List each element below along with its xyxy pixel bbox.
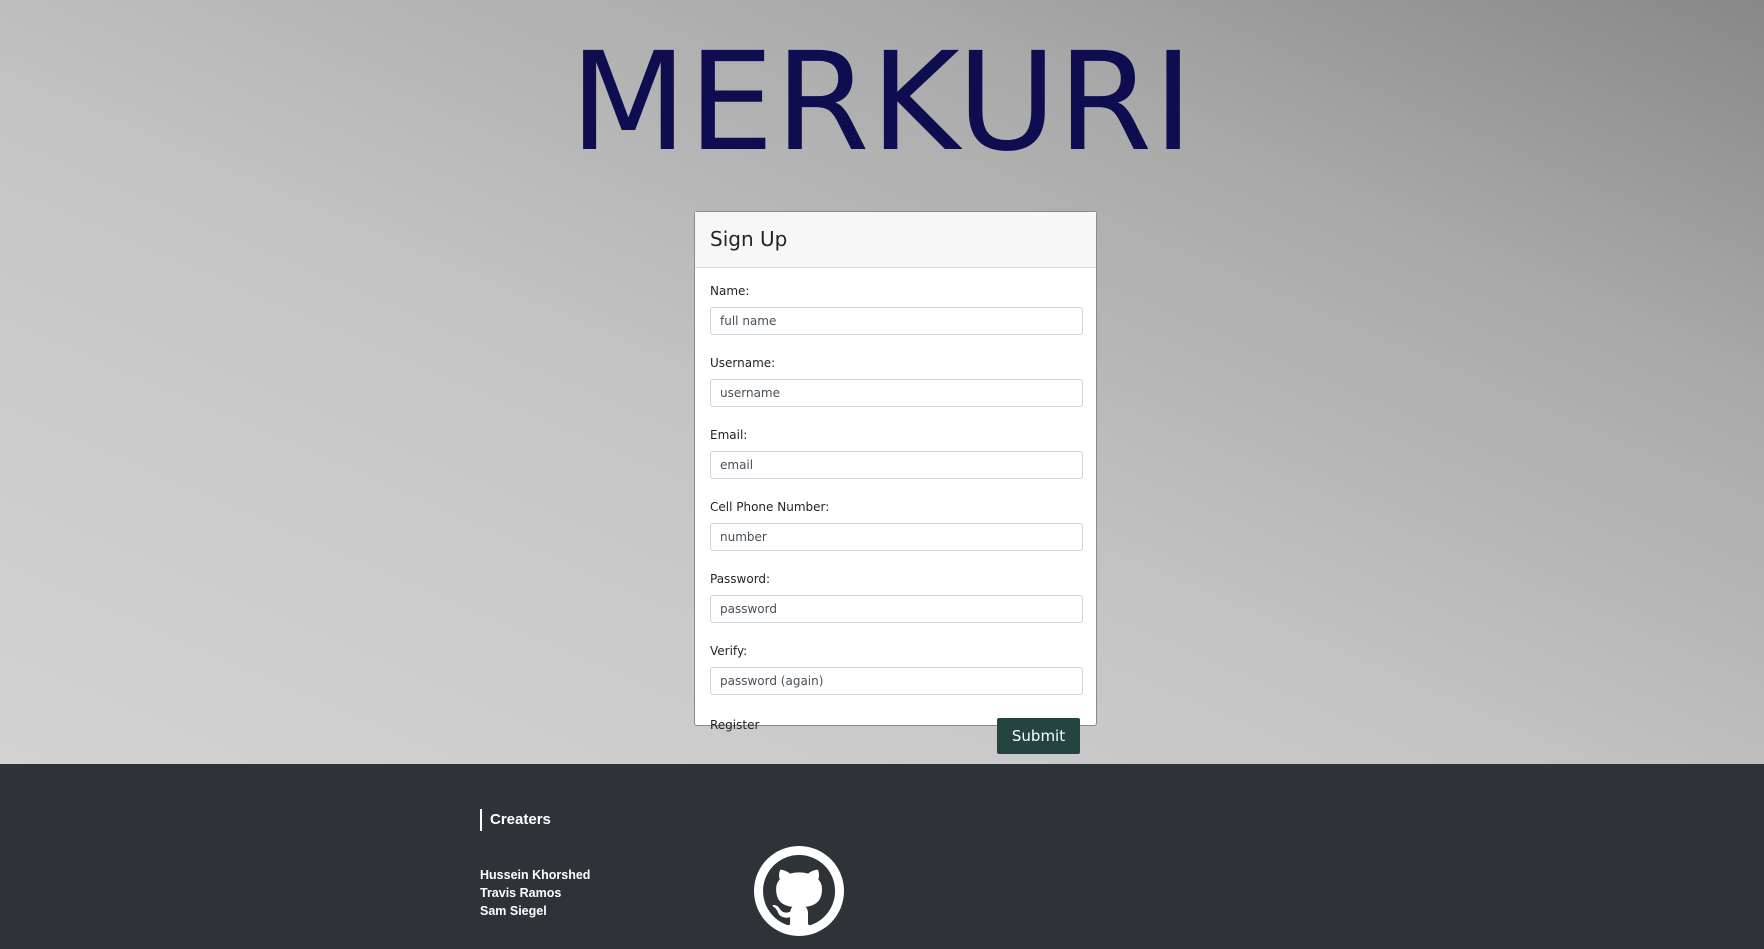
form-footer: Register Submit <box>710 716 1081 756</box>
hero-section: MERKURI Sign Up Name: Username: Email: C… <box>0 0 1764 764</box>
register-text: Register <box>710 718 760 732</box>
github-link[interactable] <box>754 846 844 936</box>
name-input[interactable] <box>710 307 1083 335</box>
submit-button[interactable]: Submit <box>997 718 1080 754</box>
signup-card-title: Sign Up <box>695 212 1096 268</box>
creator-name: Travis Ramos <box>480 886 562 900</box>
footer: Creaters Hussein Khorshed Travis Ramos S… <box>0 764 1764 949</box>
email-input[interactable] <box>710 451 1083 479</box>
password-label: Password: <box>710 572 771 586</box>
creator-name: Hussein Khorshed <box>480 868 591 882</box>
password-input[interactable] <box>710 595 1083 623</box>
signup-card: Sign Up Name: Username: Email: Cell Phon… <box>694 211 1097 754</box>
phone-label: Cell Phone Number: <box>710 500 830 514</box>
signup-form: Name: Username: Email: Cell Phone Number… <box>695 268 1096 756</box>
creator-name: Sam Siegel <box>480 904 547 918</box>
creators-list: Hussein Khorshed Travis Ramos Sam Siegel <box>480 866 590 920</box>
creators-heading: Creaters <box>480 809 551 831</box>
name-label: Name: <box>710 284 750 298</box>
page: MERKURI Sign Up Name: Username: Email: C… <box>0 0 1764 949</box>
verify-label: Verify: <box>710 644 748 658</box>
email-label: Email: <box>710 428 748 442</box>
phone-input[interactable] <box>710 523 1083 551</box>
brand-title: MERKURI <box>569 24 1195 182</box>
github-icon <box>754 846 844 936</box>
username-label: Username: <box>710 356 776 370</box>
username-input[interactable] <box>710 379 1083 407</box>
verify-password-input[interactable] <box>710 667 1083 695</box>
